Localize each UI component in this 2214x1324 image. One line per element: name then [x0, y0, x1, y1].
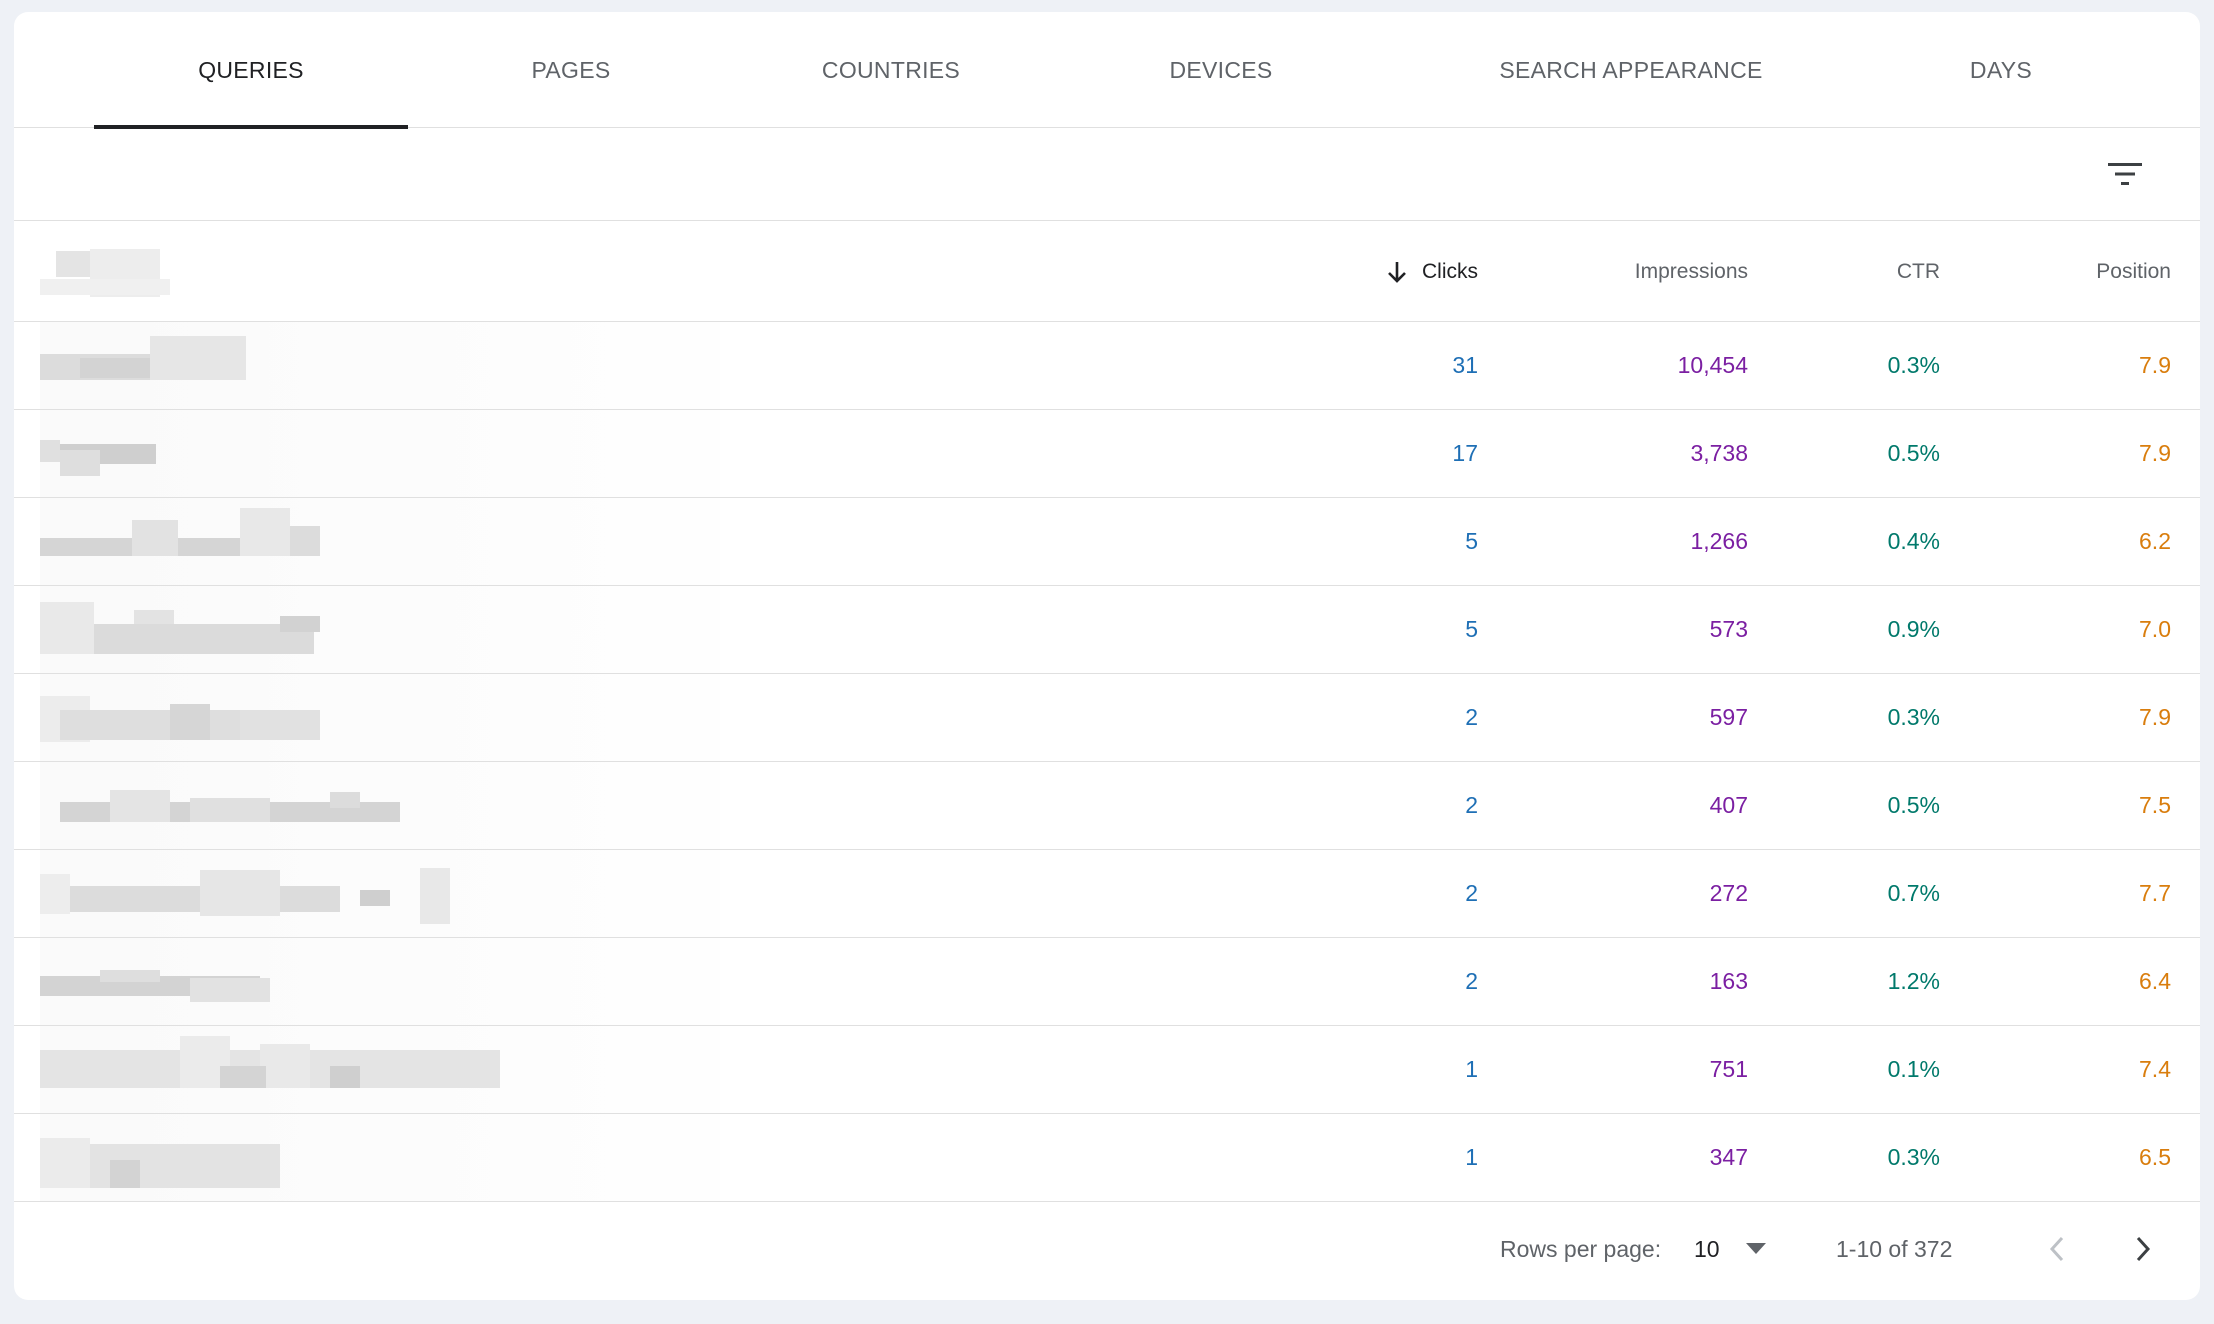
- tab-queries[interactable]: QUERIES: [94, 12, 408, 129]
- cell-position: 6.4: [2139, 968, 2171, 994]
- redacted-query-header: [40, 221, 720, 322]
- chevron-left-icon: [2049, 1236, 2064, 1262]
- redacted-query: [40, 762, 720, 849]
- header-clicks-label: Clicks: [1422, 259, 1478, 283]
- cell-position: 7.4: [2139, 1056, 2171, 1082]
- cell-impressions: 272: [1709, 880, 1748, 906]
- cell-position: 6.5: [2139, 1144, 2171, 1170]
- rows-per-page-value: 10: [1694, 1235, 1720, 1262]
- table-row[interactable]: 2 597 0.3% 7.9: [14, 674, 2200, 762]
- tab-countries[interactable]: COUNTRIES: [734, 12, 1048, 128]
- cell-clicks: 1: [1465, 1056, 1478, 1082]
- cell-clicks: 5: [1465, 616, 1478, 642]
- cell-position: 7.0: [2139, 616, 2171, 642]
- cell-ctr: 0.5%: [1887, 792, 1940, 818]
- cell-clicks: 5: [1465, 528, 1478, 554]
- cell-position: 6.2: [2139, 528, 2171, 554]
- table-row[interactable]: 31 10,454 0.3% 7.9: [14, 322, 2200, 410]
- cell-ctr: 0.3%: [1887, 1144, 1940, 1170]
- table-row[interactable]: 17 3,738 0.5% 7.9: [14, 410, 2200, 498]
- pagination-footer: Rows per page: 10 1-10 of 372: [14, 1198, 2200, 1300]
- cell-ctr: 0.1%: [1887, 1056, 1940, 1082]
- cell-ctr: 0.3%: [1887, 352, 1940, 378]
- cell-clicks: 17: [1452, 440, 1478, 466]
- cell-impressions: 3,738: [1690, 440, 1748, 466]
- rows-per-page-label: Rows per page:: [1500, 1235, 1662, 1262]
- cell-impressions: 1,266: [1690, 528, 1748, 554]
- redacted-query: [40, 410, 720, 497]
- cell-impressions: 751: [1709, 1056, 1748, 1082]
- cell-position: 7.9: [2139, 704, 2171, 730]
- cell-clicks: 2: [1465, 792, 1478, 818]
- cell-ctr: 0.5%: [1887, 440, 1940, 466]
- cell-position: 7.9: [2139, 352, 2171, 378]
- dimension-tabs: QUERIES PAGES COUNTRIES DEVICES SEARCH A…: [14, 12, 2200, 129]
- cell-ctr: 0.4%: [1887, 528, 1940, 554]
- cell-impressions: 163: [1709, 968, 1748, 994]
- cell-clicks: 2: [1465, 880, 1478, 906]
- cell-position: 7.9: [2139, 440, 2171, 466]
- cell-clicks: 31: [1452, 352, 1478, 378]
- cell-clicks: 2: [1465, 704, 1478, 730]
- cell-ctr: 0.3%: [1887, 704, 1940, 730]
- chevron-right-icon: [2136, 1236, 2151, 1262]
- redacted-query: [40, 674, 720, 761]
- redacted-query: [40, 1114, 720, 1201]
- header-ctr[interactable]: CTR: [1794, 221, 1940, 322]
- table-row[interactable]: 2 407 0.5% 7.5: [14, 762, 2200, 850]
- table-row[interactable]: 5 1,266 0.4% 6.2: [14, 498, 2200, 586]
- filter-button[interactable]: [2102, 151, 2148, 197]
- header-clicks[interactable]: Clicks: [1314, 221, 1478, 322]
- page-range: 1-10 of 372: [1836, 1235, 1953, 1262]
- redacted-query: [40, 322, 720, 409]
- redacted-query: [40, 1026, 720, 1113]
- cell-ctr: 0.7%: [1887, 880, 1940, 906]
- cell-position: 7.7: [2139, 880, 2171, 906]
- arrow-down-icon: [1386, 260, 1408, 284]
- cell-ctr: 1.2%: [1887, 968, 1940, 994]
- tab-days[interactable]: DAYS: [1894, 12, 2108, 128]
- table-row[interactable]: 2 163 1.2% 6.4: [14, 938, 2200, 1026]
- redacted-query: [40, 498, 720, 585]
- tab-search-appearance[interactable]: SEARCH APPEARANCE: [1454, 12, 1808, 128]
- header-impressions[interactable]: Impressions: [1514, 221, 1748, 322]
- table-row[interactable]: 5 573 0.9% 7.0: [14, 586, 2200, 674]
- table-row[interactable]: 1 751 0.1% 7.4: [14, 1026, 2200, 1114]
- redacted-query: [40, 850, 720, 937]
- cell-impressions: 597: [1709, 704, 1748, 730]
- header-position[interactable]: Position: [1974, 221, 2171, 322]
- redacted-query: [40, 938, 720, 1025]
- tab-devices[interactable]: DEVICES: [1094, 12, 1348, 128]
- next-page-button[interactable]: [2120, 1226, 2166, 1272]
- cell-clicks: 2: [1465, 968, 1478, 994]
- previous-page-button[interactable]: [2034, 1226, 2080, 1272]
- cell-impressions: 573: [1709, 616, 1748, 642]
- performance-table-card: QUERIES PAGES COUNTRIES DEVICES SEARCH A…: [14, 12, 2200, 1300]
- cell-clicks: 1: [1465, 1144, 1478, 1170]
- table-row[interactable]: 2 272 0.7% 7.7: [14, 850, 2200, 938]
- cell-impressions: 347: [1709, 1144, 1748, 1170]
- filter-bar: [14, 128, 2200, 221]
- cell-impressions: 407: [1709, 792, 1748, 818]
- tab-pages[interactable]: PAGES: [454, 12, 688, 128]
- redacted-query: [40, 586, 720, 673]
- rows-per-page-select[interactable]: 10: [1694, 1198, 1766, 1300]
- cell-ctr: 0.9%: [1887, 616, 1940, 642]
- cell-position: 7.5: [2139, 792, 2171, 818]
- table-header: Clicks Impressions CTR Position: [14, 221, 2200, 322]
- table-row[interactable]: 1 347 0.3% 6.5: [14, 1114, 2200, 1202]
- caret-down-icon: [1745, 1243, 1766, 1255]
- cell-impressions: 10,454: [1677, 352, 1748, 378]
- filter-icon: [2108, 163, 2142, 185]
